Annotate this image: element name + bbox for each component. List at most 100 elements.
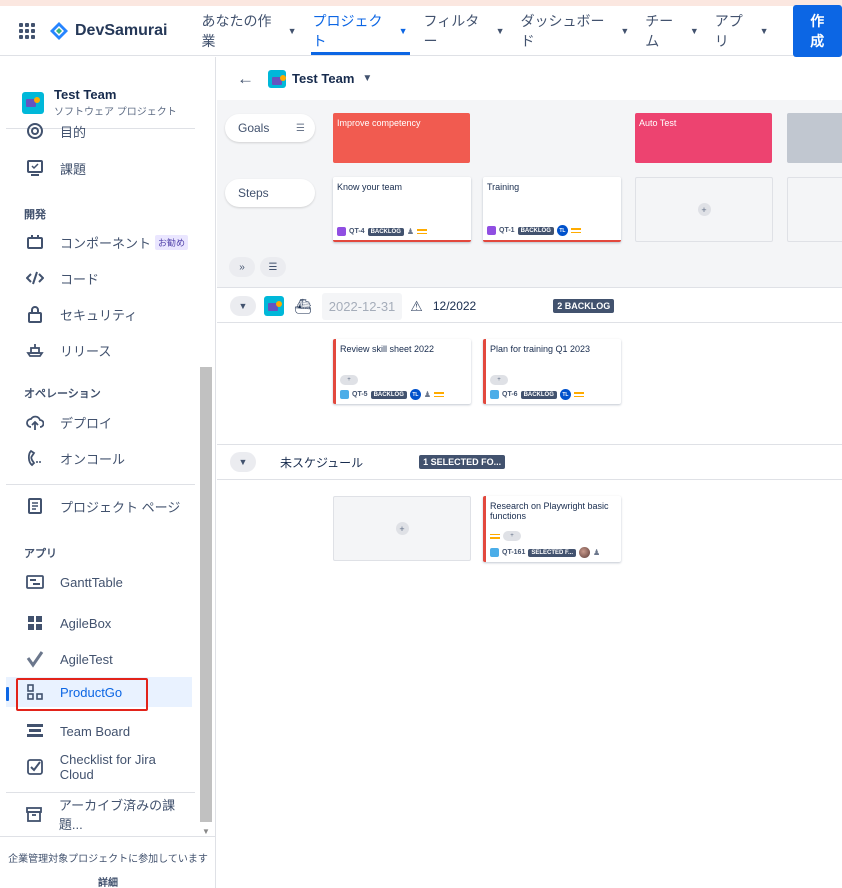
release-date[interactable]: 2022-12-31: [321, 292, 403, 320]
expand-row-chevron-icon[interactable]: ▼: [230, 296, 256, 316]
goal-card-partial[interactable]: [787, 113, 842, 163]
child-count-pill[interactable]: +: [503, 531, 521, 541]
chevron-down-icon: ▼: [495, 25, 505, 36]
issue-key[interactable]: QT-5: [352, 391, 368, 398]
target-icon: [24, 120, 46, 142]
child-count-pill[interactable]: +: [340, 375, 358, 385]
add-icon[interactable]: +: [395, 522, 409, 535]
goal-title: Auto Test: [639, 118, 677, 128]
sidebar-item-label: アーカイブ済みの課題...: [58, 798, 176, 832]
sidebar-item-archived-issues[interactable]: アーカイブ済みの課題...: [12, 798, 192, 832]
sidebar-item-agilebox[interactable]: AgileBox: [12, 608, 192, 638]
divider: [6, 792, 195, 793]
project-avatar-icon: [22, 91, 44, 114]
sidebar-item-components[interactable]: コンポーネント お勧め: [12, 227, 192, 257]
sidebar-item-issues[interactable]: 課題: [12, 153, 192, 183]
filter-button[interactable]: ☰: [260, 257, 286, 277]
learn-more-link[interactable]: 詳細: [0, 874, 216, 888]
devsamurai-logo-icon: [50, 21, 68, 40]
assignee-avatar: [579, 547, 591, 558]
expand-row-chevron-icon[interactable]: ▼: [230, 452, 256, 472]
sidebar-scrollbar[interactable]: [200, 367, 212, 822]
scroll-down-arrow-icon[interactable]: ▼: [202, 827, 210, 836]
sidebar-project-header[interactable]: Test Team ソフトウェア プロジェクト: [22, 87, 177, 118]
group-title-operations: オペレーション: [24, 388, 101, 400]
step-card-know-your-team[interactable]: Know your team QT-4 BACKLOG ♟: [333, 177, 471, 242]
story-card-plan-training[interactable]: Plan for training Q1 2023 + QT-6 BACKLOG…: [483, 339, 621, 404]
page-icon: [24, 495, 46, 517]
board-icon: [24, 720, 46, 742]
nav-dashboards[interactable]: ダッシュボード ▼: [515, 6, 636, 55]
unassigned-user-icon: ♟: [406, 227, 415, 236]
collapse-all-button[interactable]: »: [229, 257, 255, 277]
sidebar: Test Team ソフトウェア プロジェクト 目的 課題 開発 コンポーネント…: [0, 57, 216, 888]
assignee-avatar: TL: [556, 225, 568, 236]
chevron-down-icon: ▼: [287, 25, 297, 36]
empty-step-slot[interactable]: [787, 177, 842, 242]
nav-your-work[interactable]: あなたの作業 ▼: [196, 6, 303, 55]
archive-icon: [24, 803, 45, 825]
unscheduled-label: 未スケジュール: [280, 455, 364, 470]
reporter-icon: ♟: [593, 548, 601, 557]
card-title: Research on Playwright basic functions: [490, 501, 609, 521]
sidebar-item-on-call[interactable]: オンコール: [12, 443, 192, 473]
steps-label: Steps: [238, 186, 269, 200]
sidebar-item-gantttable[interactable]: GanttTable: [12, 567, 192, 597]
priority-medium-icon: [490, 532, 500, 540]
nav-projects[interactable]: プロジェクト ▼: [307, 6, 414, 55]
sidebar-item-team-board[interactable]: Team Board: [12, 716, 192, 746]
status-badge: SELECTED F...: [528, 548, 577, 557]
child-count-pill[interactable]: +: [490, 375, 508, 385]
sidebar-item-label: Checklist for Jira Cloud: [59, 752, 156, 782]
sidebar-item-code[interactable]: コード: [12, 263, 192, 293]
release-name[interactable]: 12/2022: [433, 299, 476, 313]
board-title[interactable]: Test Team: [292, 71, 354, 86]
epic-icon: [337, 227, 346, 236]
steps-pill[interactable]: Steps: [225, 179, 315, 207]
sidebar-item-label: コンポーネント: [60, 235, 152, 251]
nav-items: あなたの作業 ▼ プロジェクト ▼ フィルター ▼ ダッシュボード ▼ チーム ▼ アプリ…: [196, 4, 842, 57]
task-icon: [490, 548, 499, 557]
empty-step-slot[interactable]: +: [635, 177, 773, 242]
sidebar-item-label: デプロイ: [60, 415, 113, 431]
nav-teams[interactable]: チーム ▼: [639, 6, 704, 55]
unscheduled-row-header: ▼ 未スケジュール 1 SELECTED FO...: [217, 445, 842, 479]
sidebar-item-security[interactable]: セキュリティ: [12, 299, 192, 329]
chevron-down-icon[interactable]: ▼: [362, 73, 372, 84]
nav-filters[interactable]: フィルター ▼: [418, 6, 511, 55]
sidebar-item-deployments[interactable]: デプロイ: [12, 407, 192, 437]
story-card-review-skill-sheet[interactable]: Review skill sheet 2022 + QT-5 BACKLOG T…: [333, 339, 471, 404]
recommended-badge: お勧め: [155, 234, 189, 250]
selected-indicator: [6, 687, 9, 701]
sidebar-item-project-pages[interactable]: プロジェクト ページ: [12, 491, 192, 521]
step-card-training[interactable]: Training QT-1 BACKLOG TL: [483, 177, 621, 242]
nav-label: アプリ: [714, 12, 743, 49]
brand-logo[interactable]: DevSamurai: [49, 21, 168, 41]
issue-key[interactable]: QT-4: [349, 228, 365, 235]
story-card-research-playwright[interactable]: Research on Playwright basic functions +…: [483, 496, 621, 562]
sidebar-item-label: 目的: [60, 124, 87, 140]
sidebar-item-goals[interactable]: 目的: [12, 116, 192, 146]
issue-key[interactable]: QT-1: [499, 227, 515, 234]
create-button[interactable]: 作成: [792, 4, 842, 57]
sidebar-item-label: 課題: [60, 161, 87, 177]
sidebar-item-checklist[interactable]: Checklist for Jira Cloud: [12, 752, 192, 782]
status-count-badge: 1 SELECTED FO...: [419, 455, 506, 469]
sidebar-item-releases[interactable]: リリース: [12, 335, 192, 365]
back-arrow-icon[interactable]: ←: [237, 69, 254, 89]
goals-pill[interactable]: Goals ☰: [225, 114, 315, 142]
app-switcher-icon[interactable]: [19, 22, 35, 39]
group-title-dev: 開発: [24, 209, 46, 221]
chevron-down-icon: ▼: [689, 25, 699, 36]
empty-card-slot[interactable]: +: [333, 496, 471, 561]
card-title: Plan for training Q1 2023: [490, 344, 591, 354]
goal-card-auto-test[interactable]: Auto Test: [635, 113, 772, 163]
nav-apps[interactable]: アプリ ▼: [709, 6, 775, 55]
issue-key[interactable]: QT-6: [502, 391, 518, 398]
filter-icon[interactable]: ☰: [296, 123, 305, 134]
goal-card-improve-competency[interactable]: Improve competency: [333, 113, 470, 163]
squares-icon: [24, 612, 46, 634]
add-icon[interactable]: +: [697, 203, 711, 216]
sidebar-item-agiletest[interactable]: AgileTest: [12, 644, 192, 674]
issue-key[interactable]: QT-161: [502, 549, 525, 556]
